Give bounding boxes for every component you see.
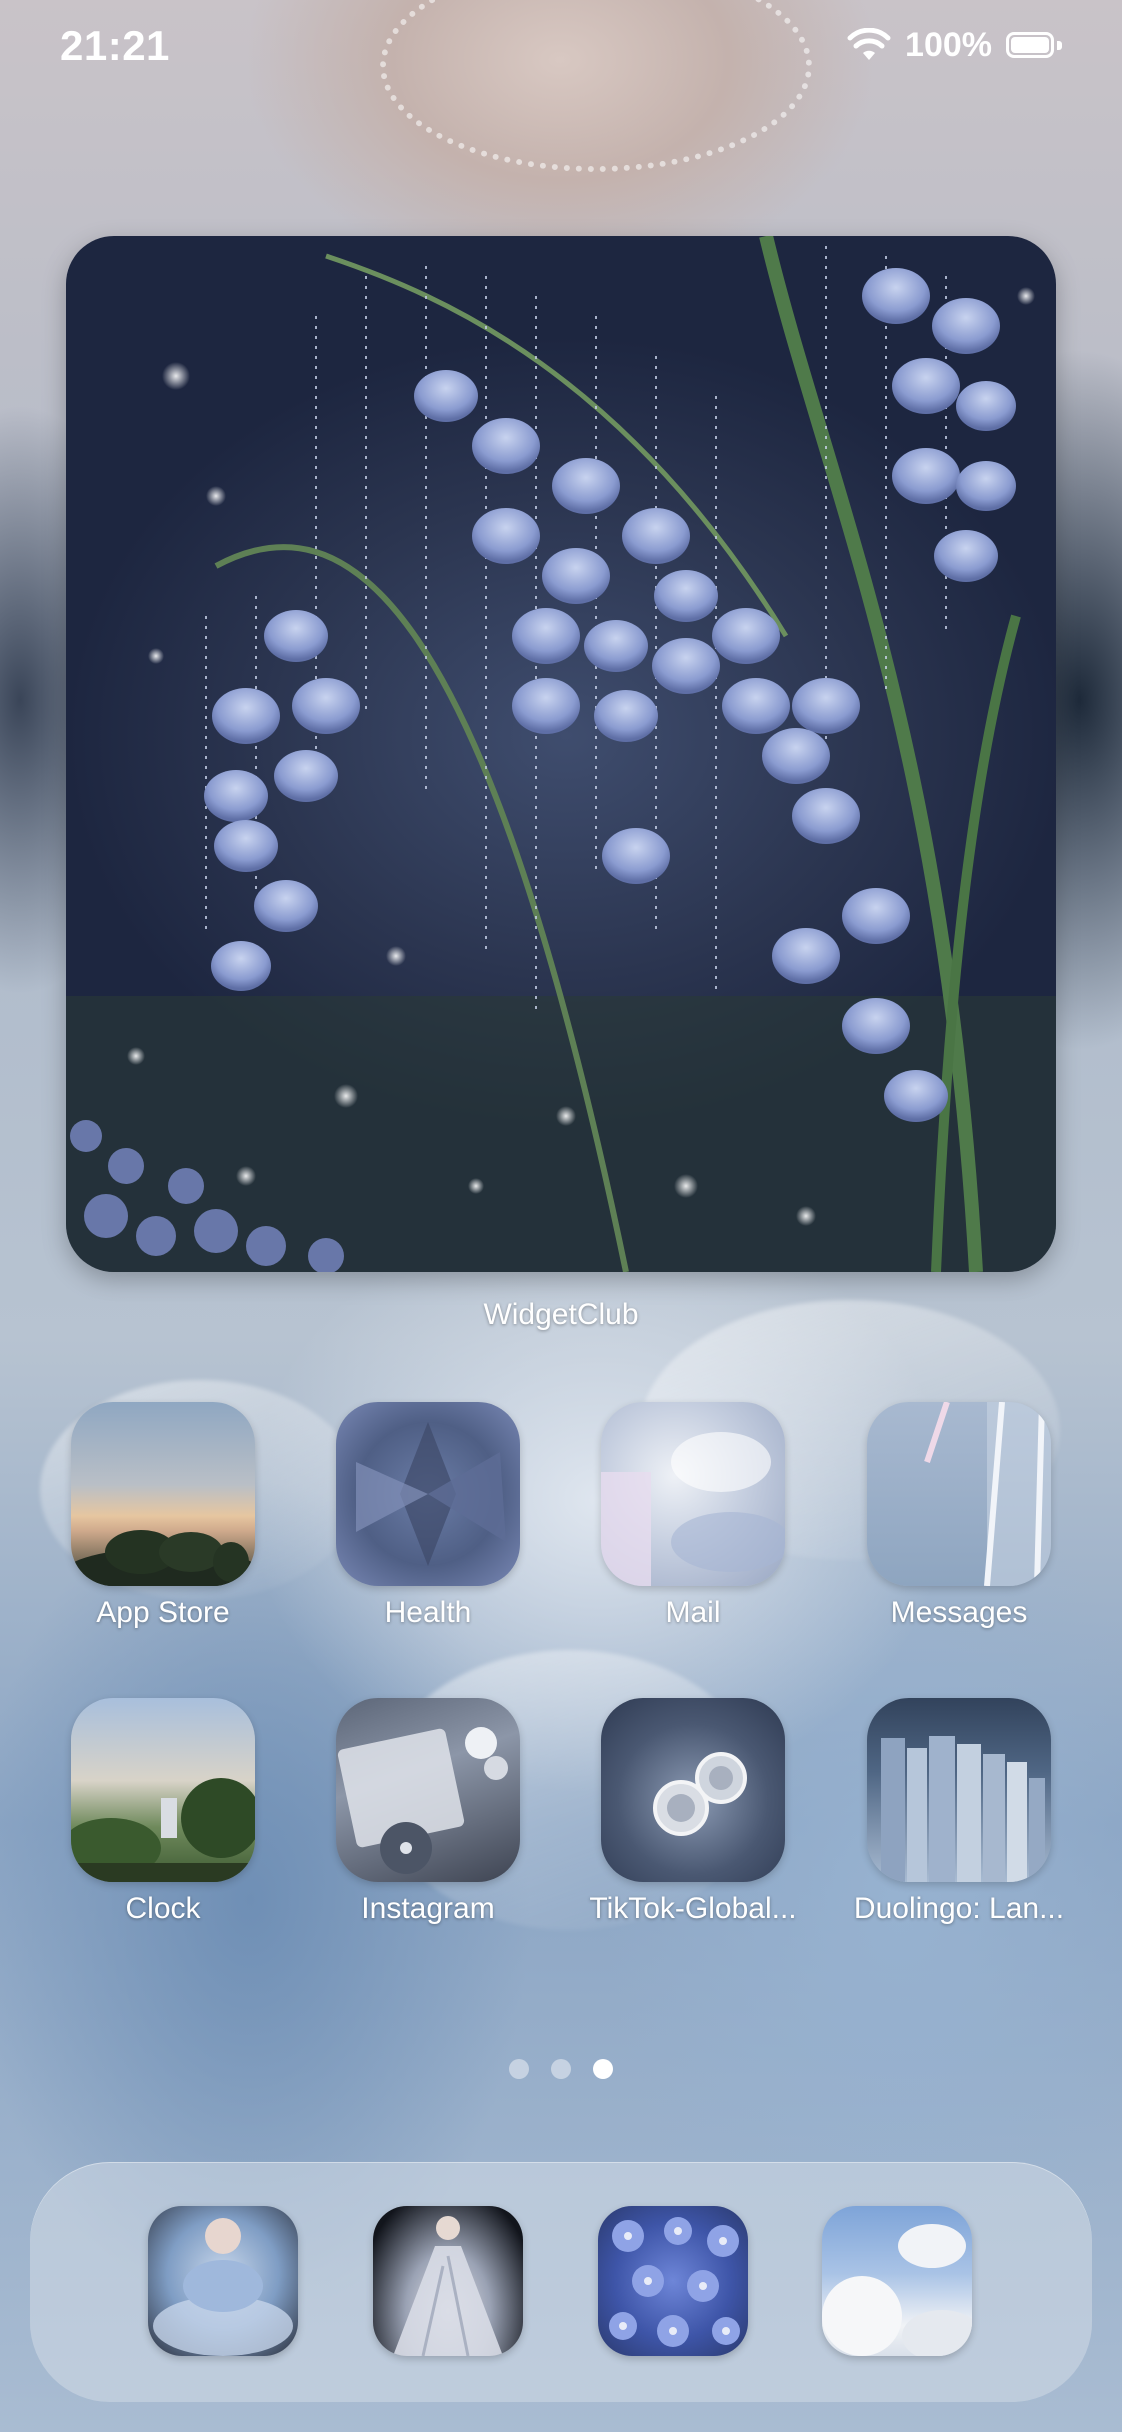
app-label: TikTok-Global... [589, 1892, 797, 1925]
status-bar: 21:21 100% [0, 0, 1122, 100]
mail-icon[interactable] [601, 1402, 785, 1586]
messages-icon[interactable] [867, 1402, 1051, 1586]
clock-icon[interactable] [71, 1698, 255, 1882]
app-store-app[interactable]: App Store [48, 1402, 278, 1630]
app-label: Duolingo: Lan... [853, 1892, 1065, 1925]
dock-app-4-icon[interactable] [822, 2206, 972, 2356]
tiktok-icon[interactable] [601, 1698, 785, 1882]
page-dot[interactable] [509, 2059, 529, 2079]
app-label: Health [384, 1596, 472, 1629]
app-label: Clock [125, 1892, 201, 1925]
app-label: Mail [665, 1596, 721, 1629]
status-icons: 100% [847, 26, 1062, 65]
lily-of-the-valley-image [66, 236, 1056, 1272]
duolingo-icon[interactable] [867, 1698, 1051, 1882]
photo-widget[interactable] [66, 236, 1056, 1272]
page-dot[interactable] [551, 2059, 571, 2079]
instagram-app[interactable]: Instagram [313, 1698, 543, 1926]
messages-app[interactable]: Messages [844, 1402, 1074, 1630]
page-dot-active[interactable] [593, 2059, 613, 2079]
battery-icon [1006, 31, 1062, 60]
app-label: App Store [96, 1596, 230, 1629]
widget-caption: WidgetClub [483, 1298, 639, 1331]
dock-app-1-icon[interactable] [148, 2206, 298, 2356]
tiktok-app[interactable]: TikTok-Global... [578, 1698, 808, 1926]
clock-app[interactable]: Clock [48, 1698, 278, 1926]
mail-app[interactable]: Mail [578, 1402, 808, 1630]
status-time: 21:21 [60, 22, 170, 69]
health-app[interactable]: Health [313, 1402, 543, 1630]
health-icon[interactable] [336, 1402, 520, 1586]
app-store-icon[interactable] [71, 1402, 255, 1586]
duolingo-app[interactable]: Duolingo: Lan... [844, 1698, 1074, 1926]
page-indicator[interactable] [0, 2059, 1122, 2079]
app-label: Instagram [361, 1892, 495, 1925]
dock-app-3-icon[interactable] [598, 2206, 748, 2356]
wifi-icon [847, 27, 891, 60]
battery-percent: 100% [905, 26, 992, 64]
dock-app-2-icon[interactable] [373, 2206, 523, 2356]
app-label: Messages [890, 1596, 1028, 1629]
instagram-icon[interactable] [336, 1698, 520, 1882]
